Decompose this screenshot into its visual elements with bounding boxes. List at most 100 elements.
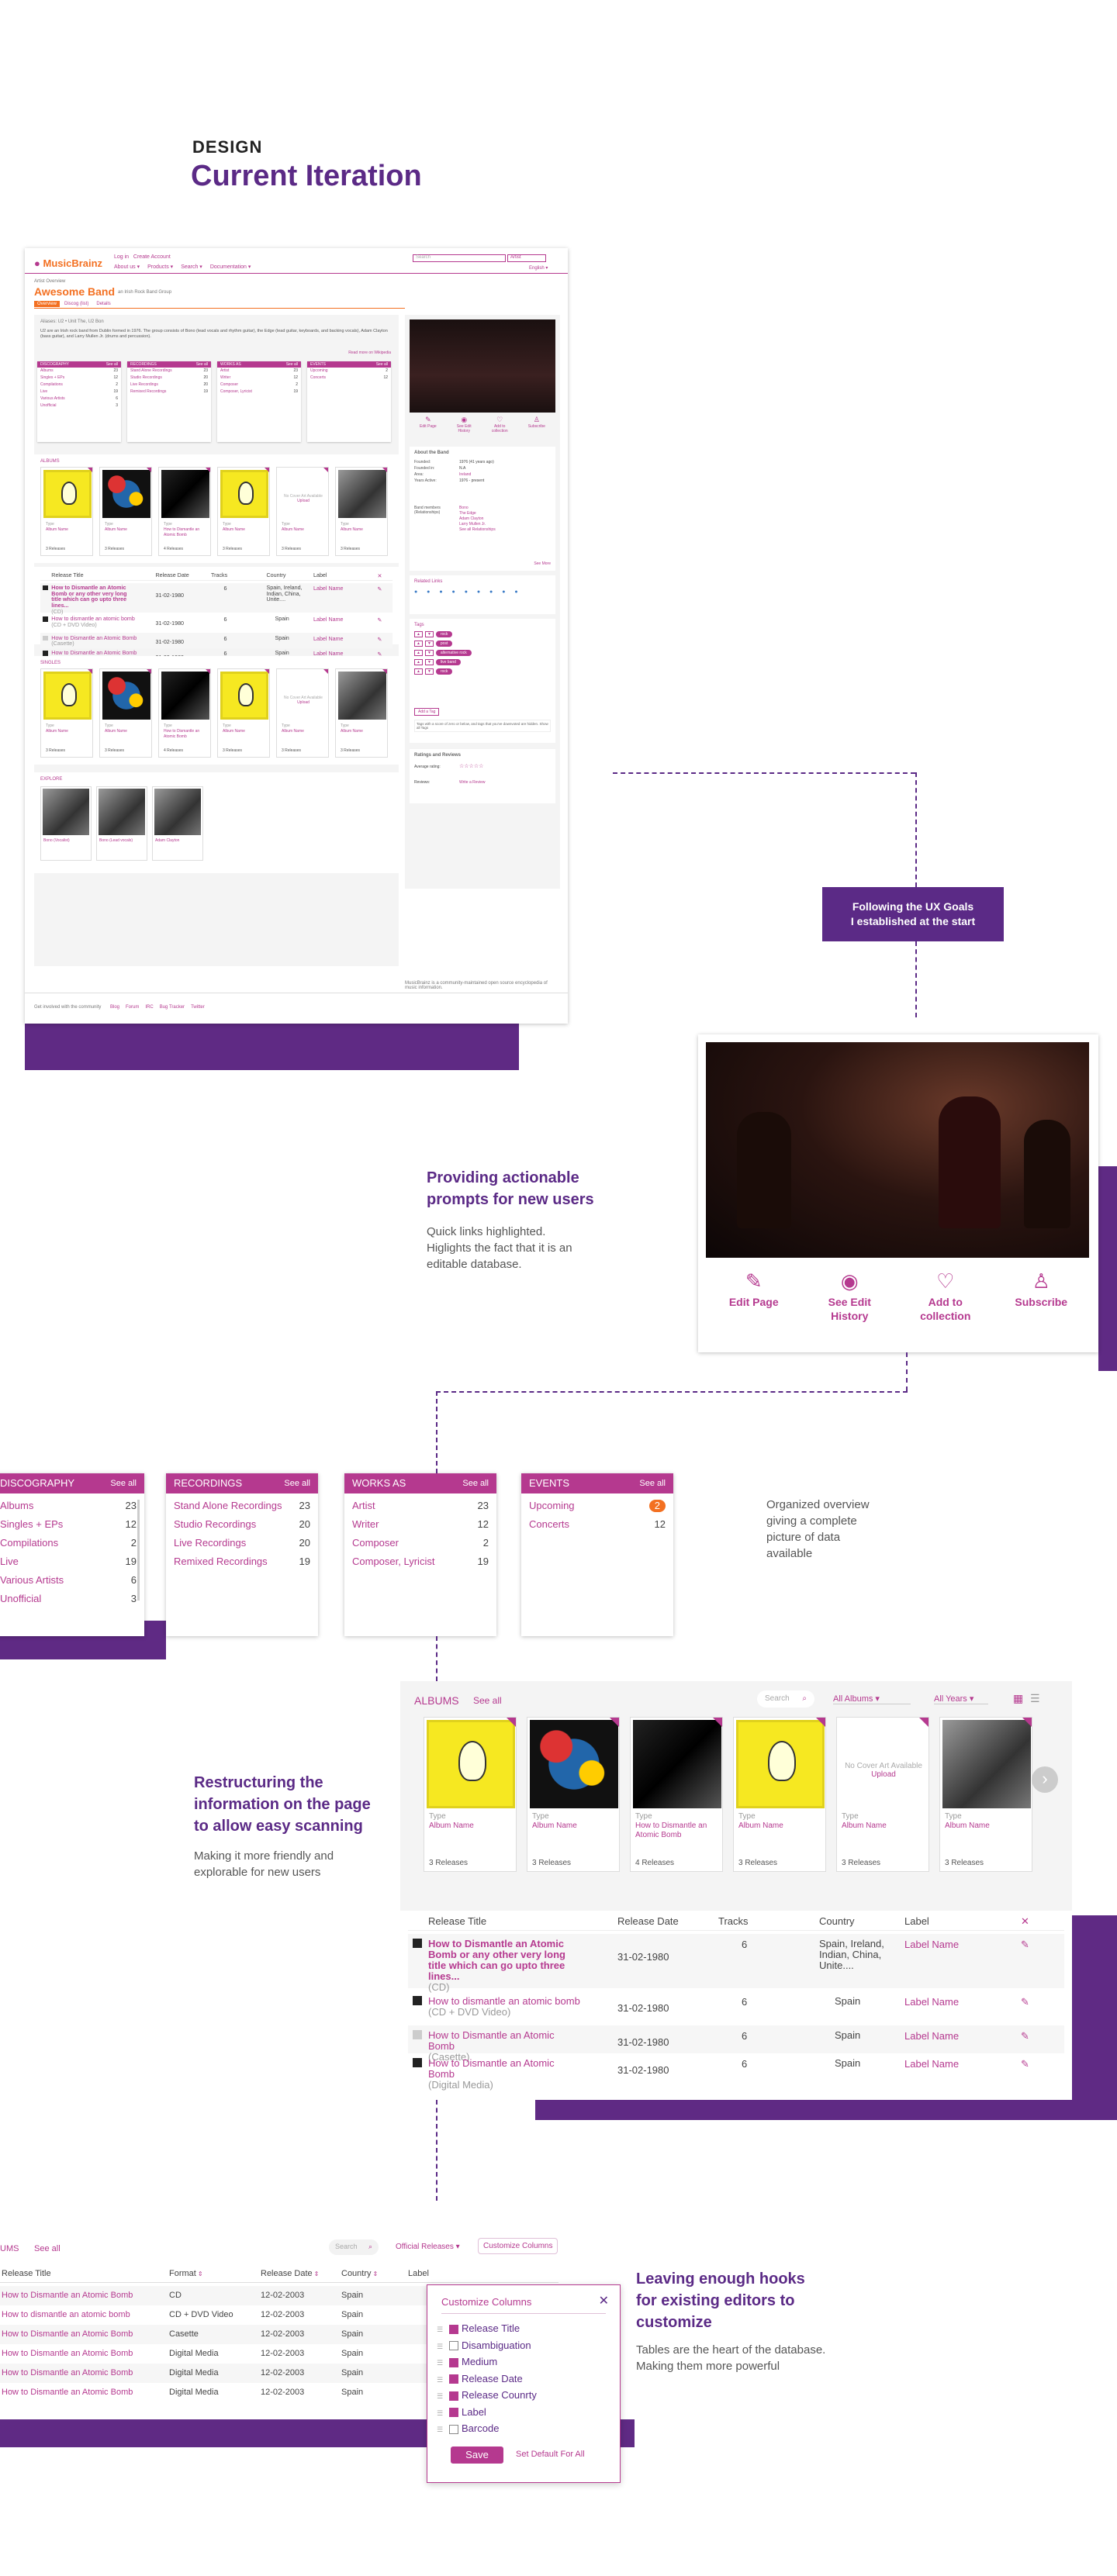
edit-corner-icon[interactable]	[206, 468, 210, 472]
vote-up-icon[interactable]: ▲	[414, 641, 423, 647]
summary-row[interactable]: Unofficial 3	[0, 1590, 144, 1608]
column-checkbox[interactable]	[449, 2391, 458, 2401]
mb-search-type[interactable]: Artist	[507, 254, 546, 262]
edit-corner-icon[interactable]	[713, 1718, 722, 1727]
mini-summary-see[interactable]: See all	[196, 362, 208, 367]
vote-down-icon[interactable]: ▼	[424, 668, 434, 675]
table-header[interactable]: Country ⇕	[341, 2269, 378, 2278]
member-link[interactable]: Bono	[459, 506, 496, 511]
footer-link[interactable]: Forum	[126, 1005, 139, 1010]
table-header[interactable]: Release Title	[428, 1915, 486, 1927]
album-name[interactable]: Album Name	[223, 729, 266, 734]
summary-row[interactable]: Various Artists 6	[0, 1571, 144, 1590]
albums-search-input[interactable]: Search ⌕	[757, 1690, 814, 1708]
album-name[interactable]: Album Name	[341, 729, 384, 734]
summary-row[interactable]: Albums 23	[0, 1497, 144, 1515]
column-option[interactable]: ☰ Release Date	[437, 2371, 537, 2388]
sort-icon[interactable]: ⇕	[314, 2270, 320, 2277]
table-header[interactable]: Release Date ⇕	[261, 2269, 319, 2278]
drag-handle-icon[interactable]: ☰	[437, 2388, 444, 2405]
album-name[interactable]: Album Name	[105, 527, 148, 533]
album-name[interactable]: Album Name	[532, 1822, 616, 1831]
drag-handle-icon[interactable]: ☰	[437, 2339, 444, 2355]
album-name[interactable]: Album Name	[341, 527, 384, 533]
close-icon[interactable]: ✕	[378, 572, 382, 579]
mini-summary-row[interactable]: Composer, Lyricist 19	[217, 388, 301, 395]
release-title-link[interactable]: How to Dismantle an Atomic Bomb or any o…	[428, 1939, 583, 1982]
tag-chip[interactable]: live band	[435, 659, 461, 665]
album-name[interactable]: Album Name	[429, 1822, 513, 1831]
edit-corner-icon[interactable]	[919, 1718, 929, 1727]
table-header[interactable]: Format ⇕	[169, 2269, 203, 2278]
footer-link[interactable]: IRC	[145, 1005, 153, 1010]
summary-row[interactable]: Writer 12	[344, 1515, 496, 1534]
close-icon[interactable]: ✕	[599, 2293, 609, 2308]
summary-row[interactable]: Live 19	[0, 1552, 144, 1571]
release-title-link[interactable]: How to Dismantle an Atomic Bomb	[2, 2344, 133, 2364]
release-title-link[interactable]: How to dismantle an atomic bomb	[428, 1996, 583, 2007]
edit-pencil-icon[interactable]: ✎	[378, 636, 382, 643]
mini-summary-row[interactable]: Writer 12	[217, 375, 301, 382]
edit-corner-icon[interactable]	[147, 669, 151, 674]
mini-summary-row[interactable]: Compilations 2	[37, 382, 121, 388]
table-row[interactable]: How to Dismantle an Atomic Bomb (Casette)…	[40, 633, 393, 649]
album-card[interactable]: Type How to Dismantle an Atomic Bomb 4 Rel…	[158, 668, 211, 758]
language-select[interactable]: English ▾	[529, 265, 548, 271]
column-option[interactable]: ☰ Disambiguation	[437, 2338, 537, 2355]
social-icons[interactable]: ● ● ● ● ● ● ● ● ●	[414, 589, 522, 595]
album-card[interactable]: Type Album Name 3 Releases	[335, 467, 388, 556]
drag-handle-icon[interactable]: ☰	[437, 2322, 444, 2338]
table-row[interactable]: How to Dismantle an Atomic Bomb (Casette)…	[408, 2025, 1064, 2063]
member-link[interactable]: Larry Mullen Jr.	[459, 522, 496, 527]
vote-up-icon[interactable]: ▲	[414, 631, 423, 637]
edit-pencil-icon[interactable]: ✎	[378, 585, 382, 592]
edit-pencil-icon[interactable]: ✎	[1021, 2030, 1029, 2042]
release-label[interactable]: Label Name	[313, 616, 344, 623]
album-name[interactable]: How to Dismantle an Atomic Bomb	[164, 729, 207, 740]
tag-chip[interactable]: alternative rock	[435, 650, 472, 656]
edit-corner-icon[interactable]	[382, 468, 387, 472]
summary-row[interactable]: Remixed Recordings 19	[166, 1552, 318, 1571]
edit-corner-icon[interactable]	[1022, 1718, 1032, 1727]
mini-summary-row[interactable]: Composer 2	[217, 382, 301, 388]
summary-see-all[interactable]: See all	[110, 1473, 137, 1493]
table-header[interactable]: Country	[819, 1915, 855, 1927]
mini-action[interactable]: ◉ See Edit History	[457, 416, 472, 439]
member-link[interactable]: Adam Clayton	[459, 516, 496, 522]
table-header[interactable]: Label	[313, 572, 327, 578]
footer-link[interactable]: Twitter	[191, 1005, 205, 1010]
tag-chip[interactable]: rock	[435, 631, 453, 637]
column-option[interactable]: ☰ Release Counrty	[437, 2388, 537, 2405]
summary-row[interactable]: Stand Alone Recordings 23	[166, 1497, 318, 1515]
nav-search[interactable]: Search ▾	[181, 264, 202, 270]
mini-summary-see[interactable]: See all	[286, 362, 298, 367]
table-header[interactable]: Tracks	[718, 1915, 749, 1927]
mini-summary-row[interactable]: Studio Recordings 20	[127, 375, 211, 382]
mini-summary-row[interactable]: Artist 23	[217, 368, 301, 375]
nav-products[interactable]: Products ▾	[147, 264, 173, 270]
edit-corner-icon[interactable]	[382, 669, 387, 674]
table-search-input[interactable]: Search ⌕	[329, 2239, 379, 2255]
column-checkbox[interactable]	[449, 2341, 458, 2351]
tab-details[interactable]: Details	[93, 301, 113, 307]
vote-up-icon[interactable]: ▲	[414, 659, 423, 665]
drag-handle-icon[interactable]: ☰	[437, 2355, 444, 2371]
column-option[interactable]: ☰ Medium	[437, 2354, 537, 2371]
close-icon[interactable]: ✕	[1021, 1915, 1029, 1928]
mini-summary-row[interactable]: Unofficial 3	[37, 402, 121, 409]
save-button[interactable]: Save	[451, 2447, 503, 2464]
edit-corner-icon[interactable]	[88, 468, 92, 472]
album-card[interactable]: Type Album Name 3 Releases	[335, 668, 388, 758]
vote-down-icon[interactable]: ▼	[424, 659, 434, 665]
album-card[interactable]: Type Album Name 3 Releases	[939, 1717, 1032, 1872]
summary-row[interactable]: Singles + EPs 12	[0, 1515, 144, 1534]
edit-corner-icon[interactable]	[323, 468, 328, 472]
see-all-relationships[interactable]: See all Relationships	[459, 527, 496, 533]
vote-up-icon[interactable]: ▲	[414, 668, 423, 675]
mini-summary-see[interactable]: See all	[106, 362, 118, 367]
explore-card[interactable]: Adam Clayton	[152, 786, 203, 861]
album-card[interactable]: Type How to Dismantle an Atomic Bomb 4 Rel…	[158, 467, 211, 556]
vote-down-icon[interactable]: ▼	[424, 631, 434, 637]
mini-action[interactable]: ♙ Subscribe	[528, 416, 545, 439]
album-name[interactable]: Album Name	[842, 1822, 925, 1831]
